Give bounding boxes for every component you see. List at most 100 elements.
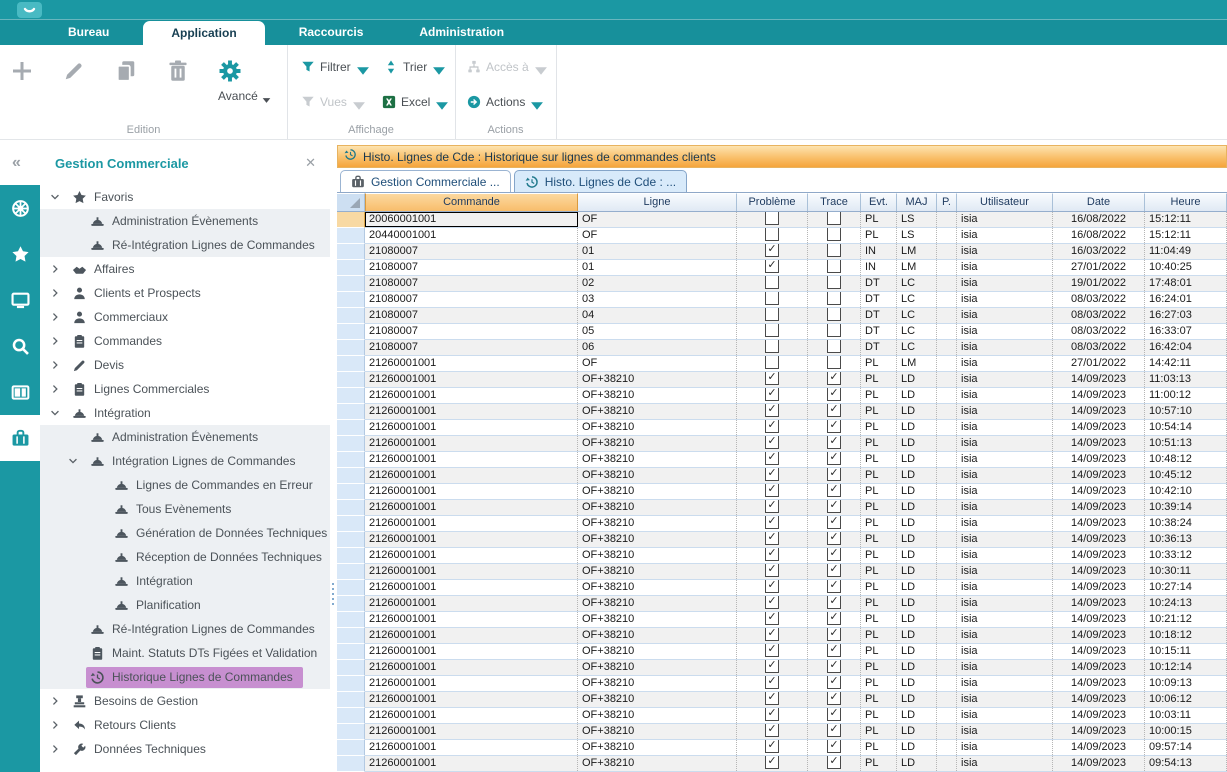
cell-heure[interactable]: 16:24:01 xyxy=(1145,292,1227,307)
checkbox-checked[interactable]: ✓ xyxy=(765,612,779,625)
cell-probleme[interactable] xyxy=(737,356,808,371)
cell-commande[interactable]: 21260001001 xyxy=(365,708,578,723)
checkbox-unchecked[interactable] xyxy=(827,228,841,241)
cell-trace[interactable]: ✓ xyxy=(808,708,861,723)
cell-ligne[interactable]: 02 xyxy=(578,276,737,291)
cell-probleme[interactable]: ✓ xyxy=(737,532,808,547)
cell-commande[interactable]: 21260001001 xyxy=(365,436,578,451)
cell-trace[interactable]: ✓ xyxy=(808,660,861,675)
checkbox-unchecked[interactable] xyxy=(765,324,779,337)
cell-date[interactable]: 19/01/2022 xyxy=(1053,276,1145,291)
tree-item-devis[interactable]: Devis xyxy=(40,353,330,377)
cell-maj[interactable]: LS xyxy=(897,228,937,243)
cell-p[interactable] xyxy=(937,708,957,723)
checkbox-unchecked[interactable] xyxy=(827,276,841,289)
cell-maj[interactable]: LM xyxy=(897,244,937,259)
cell-utilisateur[interactable]: isia xyxy=(957,756,1053,771)
checkbox-checked[interactable]: ✓ xyxy=(765,596,779,609)
cell-heure[interactable]: 09:57:14 xyxy=(1145,740,1227,755)
advanced-gear-icon[interactable] xyxy=(216,57,244,85)
cell-ligne[interactable]: OF+38210 xyxy=(578,724,737,739)
cell-probleme[interactable]: ✓ xyxy=(737,452,808,467)
cell-maj[interactable]: LD xyxy=(897,532,937,547)
cell-ligne[interactable]: OF+38210 xyxy=(578,468,737,483)
cell-p[interactable] xyxy=(937,404,957,419)
cell-maj[interactable]: LC xyxy=(897,292,937,307)
cell-heure[interactable]: 10:54:14 xyxy=(1145,420,1227,435)
cell-ligne[interactable]: OF+38210 xyxy=(578,452,737,467)
cell-commande[interactable]: 21260001001 xyxy=(365,548,578,563)
cell-utilisateur[interactable]: isia xyxy=(957,372,1053,387)
cell-utilisateur[interactable]: isia xyxy=(957,676,1053,691)
cell-heure[interactable]: 15:12:11 xyxy=(1145,228,1227,243)
cell-ligne[interactable]: 04 xyxy=(578,308,737,323)
cell-date[interactable]: 14/09/2023 xyxy=(1053,532,1145,547)
cell-date[interactable]: 14/09/2023 xyxy=(1053,628,1145,643)
cell-ligne[interactable]: OF+38210 xyxy=(578,612,737,627)
column-header-maj[interactable]: MAJ xyxy=(897,193,937,211)
cell-utilisateur[interactable]: isia xyxy=(957,628,1053,643)
row-selector[interactable] xyxy=(337,420,365,436)
cell-evt[interactable]: PL xyxy=(861,532,897,547)
panel-splitter[interactable] xyxy=(330,145,337,772)
cell-p[interactable] xyxy=(937,388,957,403)
cell-maj[interactable]: LD xyxy=(897,580,937,595)
cell-evt[interactable]: IN xyxy=(861,260,897,275)
sort-button[interactable]: Trier xyxy=(384,60,441,74)
cell-heure[interactable]: 10:12:14 xyxy=(1145,660,1227,675)
cell-utilisateur[interactable]: isia xyxy=(957,404,1053,419)
cell-probleme[interactable]: ✓ xyxy=(737,596,808,611)
cell-probleme[interactable]: ✓ xyxy=(737,692,808,707)
access-to-button[interactable]: Accès à xyxy=(467,60,543,74)
cell-heure[interactable]: 10:06:12 xyxy=(1145,692,1227,707)
cell-commande[interactable]: 21260001001 xyxy=(365,692,578,707)
cell-trace[interactable]: ✓ xyxy=(808,740,861,755)
chevron-right-icon[interactable] xyxy=(50,264,68,274)
checkbox-checked[interactable]: ✓ xyxy=(765,388,779,401)
tree-item-reception-de-donnees-techniques[interactable]: Réception de Données Techniques xyxy=(40,545,330,569)
cell-utilisateur[interactable]: isia xyxy=(957,468,1053,483)
rail-item-columns[interactable] xyxy=(0,369,40,415)
checkbox-checked[interactable]: ✓ xyxy=(827,484,841,497)
excel-button[interactable]: Excel xyxy=(382,95,444,109)
row-selector[interactable] xyxy=(337,356,365,372)
cell-utilisateur[interactable]: isia xyxy=(957,420,1053,435)
cell-utilisateur[interactable]: isia xyxy=(957,340,1053,355)
window-tab-administration[interactable]: Administration xyxy=(391,19,532,45)
copy-button[interactable] xyxy=(112,57,140,85)
edit-button[interactable] xyxy=(60,57,88,85)
cell-evt[interactable]: PL xyxy=(861,468,897,483)
grid-select-all-corner[interactable] xyxy=(337,193,365,211)
cell-trace[interactable] xyxy=(808,276,861,291)
cell-date[interactable]: 14/09/2023 xyxy=(1053,388,1145,403)
cell-probleme[interactable]: ✓ xyxy=(737,404,808,419)
checkbox-checked[interactable]: ✓ xyxy=(827,628,841,641)
cell-date[interactable]: 08/03/2022 xyxy=(1053,324,1145,339)
tree-item-planification[interactable]: Planification xyxy=(40,593,330,617)
cell-heure[interactable]: 10:33:12 xyxy=(1145,548,1227,563)
cell-trace[interactable]: ✓ xyxy=(808,436,861,451)
cell-heure[interactable]: 10:18:12 xyxy=(1145,628,1227,643)
cell-commande[interactable]: 21080007 xyxy=(365,276,578,291)
cell-evt[interactable]: PL xyxy=(861,452,897,467)
cell-probleme[interactable]: ✓ xyxy=(737,724,808,739)
cell-evt[interactable]: PL xyxy=(861,660,897,675)
delete-button[interactable] xyxy=(164,57,192,85)
row-selector[interactable] xyxy=(337,452,365,468)
row-selector[interactable] xyxy=(337,500,365,516)
checkbox-unchecked[interactable] xyxy=(827,244,841,257)
cell-heure[interactable]: 10:27:14 xyxy=(1145,580,1227,595)
cell-evt[interactable]: PL xyxy=(861,420,897,435)
cell-commande[interactable]: 21080007 xyxy=(365,260,578,275)
tree-item-generation-de-donnees-techniques[interactable]: Génération de Données Techniques xyxy=(40,521,330,545)
chevron-right-icon[interactable] xyxy=(50,288,68,298)
cell-trace[interactable] xyxy=(808,324,861,339)
tree-item-favoris[interactable]: Favoris xyxy=(40,185,330,209)
cell-utilisateur[interactable]: isia xyxy=(957,388,1053,403)
cell-date[interactable]: 14/09/2023 xyxy=(1053,740,1145,755)
cell-utilisateur[interactable]: isia xyxy=(957,228,1053,243)
cell-utilisateur[interactable]: isia xyxy=(957,516,1053,531)
cell-evt[interactable]: PL xyxy=(861,692,897,707)
row-selector[interactable] xyxy=(337,372,365,388)
row-selector[interactable] xyxy=(337,676,365,692)
